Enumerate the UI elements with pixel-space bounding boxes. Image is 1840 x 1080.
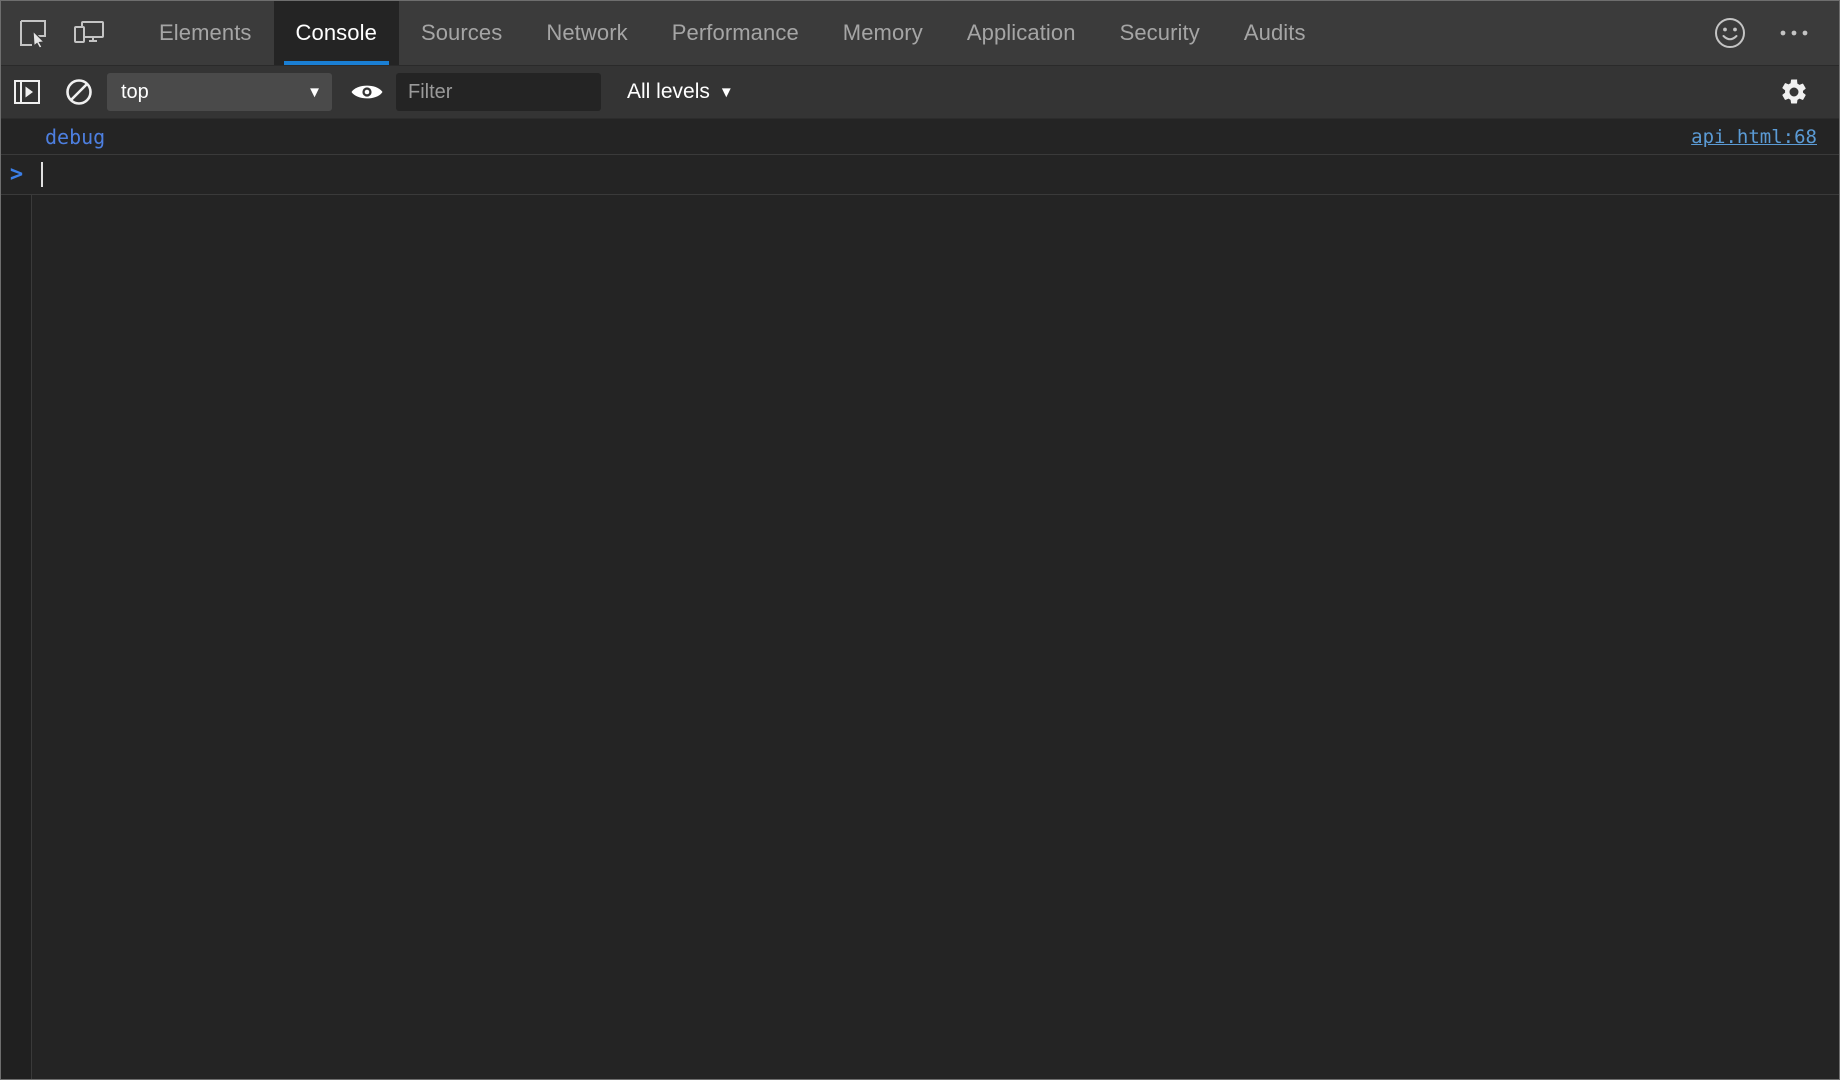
log-level-label: All levels (627, 80, 710, 104)
tab-application[interactable]: Application (945, 1, 1098, 65)
console-prompt-text-cursor (41, 162, 43, 187)
console-prompt-row[interactable]: > (1, 155, 1839, 195)
create-live-expression-button[interactable] (340, 70, 394, 114)
more-options-button[interactable] (1767, 6, 1821, 60)
tab-label: Application (967, 20, 1076, 46)
more-options-icon (1779, 27, 1809, 39)
console-filter-toolbar: top ▼ All levels ▼ (1, 66, 1839, 119)
console-sidebar-toggle-button[interactable] (1, 70, 53, 114)
tab-label: Sources (421, 20, 502, 46)
tab-performance[interactable]: Performance (650, 1, 821, 65)
tab-label: Console (296, 20, 377, 46)
console-sidebar-toggle-icon (13, 79, 41, 105)
smiley-face-icon (1713, 16, 1747, 50)
tab-label: Performance (672, 20, 799, 46)
live-expression-eye-icon (350, 81, 384, 103)
tabbar-actions (1703, 1, 1839, 65)
feedback-button[interactable] (1703, 6, 1757, 60)
chevron-down-icon: ▼ (307, 85, 322, 100)
clear-console-icon (65, 78, 93, 106)
filter-toolbar-actions (1769, 70, 1839, 114)
console-message-source-link[interactable]: api.html:68 (1691, 126, 1817, 148)
panel-tabs: Elements Console Sources Network Perform… (137, 1, 1328, 65)
tab-label: Audits (1244, 20, 1306, 46)
inspect-element-button[interactable] (5, 1, 61, 65)
devtools-tabbar: Elements Console Sources Network Perform… (1, 1, 1839, 66)
inspect-element-icon (18, 18, 48, 48)
tab-label: Memory (843, 20, 923, 46)
tab-network[interactable]: Network (524, 1, 649, 65)
console-message-text: debug (45, 125, 105, 149)
clear-console-button[interactable] (53, 70, 105, 114)
execution-context-select[interactable]: top ▼ (107, 73, 332, 111)
device-toolbar-icon (73, 18, 105, 48)
tab-elements[interactable]: Elements (137, 1, 274, 65)
tab-audits[interactable]: Audits (1222, 1, 1328, 65)
console-prompt-caret-icon: > (1, 164, 32, 186)
settings-gear-icon (1779, 77, 1809, 107)
tab-label: Network (546, 20, 627, 46)
chevron-down-icon: ▼ (719, 85, 734, 100)
device-toolbar-button[interactable] (61, 1, 117, 65)
tab-label: Security (1120, 20, 1200, 46)
console-gutter (1, 119, 32, 1079)
devtools-window: Elements Console Sources Network Perform… (0, 0, 1840, 1080)
execution-context-value: top (121, 81, 149, 104)
log-level-select[interactable]: All levels ▼ (621, 76, 740, 108)
settings-button[interactable] (1769, 70, 1819, 114)
tab-console[interactable]: Console (274, 1, 399, 65)
filter-input[interactable] (396, 73, 601, 111)
console-message-row[interactable]: debug api.html:68 (1, 119, 1839, 155)
console-message-area[interactable]: debug api.html:68 > (1, 119, 1839, 1079)
tab-sources[interactable]: Sources (399, 1, 524, 65)
tab-memory[interactable]: Memory (821, 1, 945, 65)
tab-label: Elements (159, 20, 252, 46)
tab-security[interactable]: Security (1098, 1, 1222, 65)
